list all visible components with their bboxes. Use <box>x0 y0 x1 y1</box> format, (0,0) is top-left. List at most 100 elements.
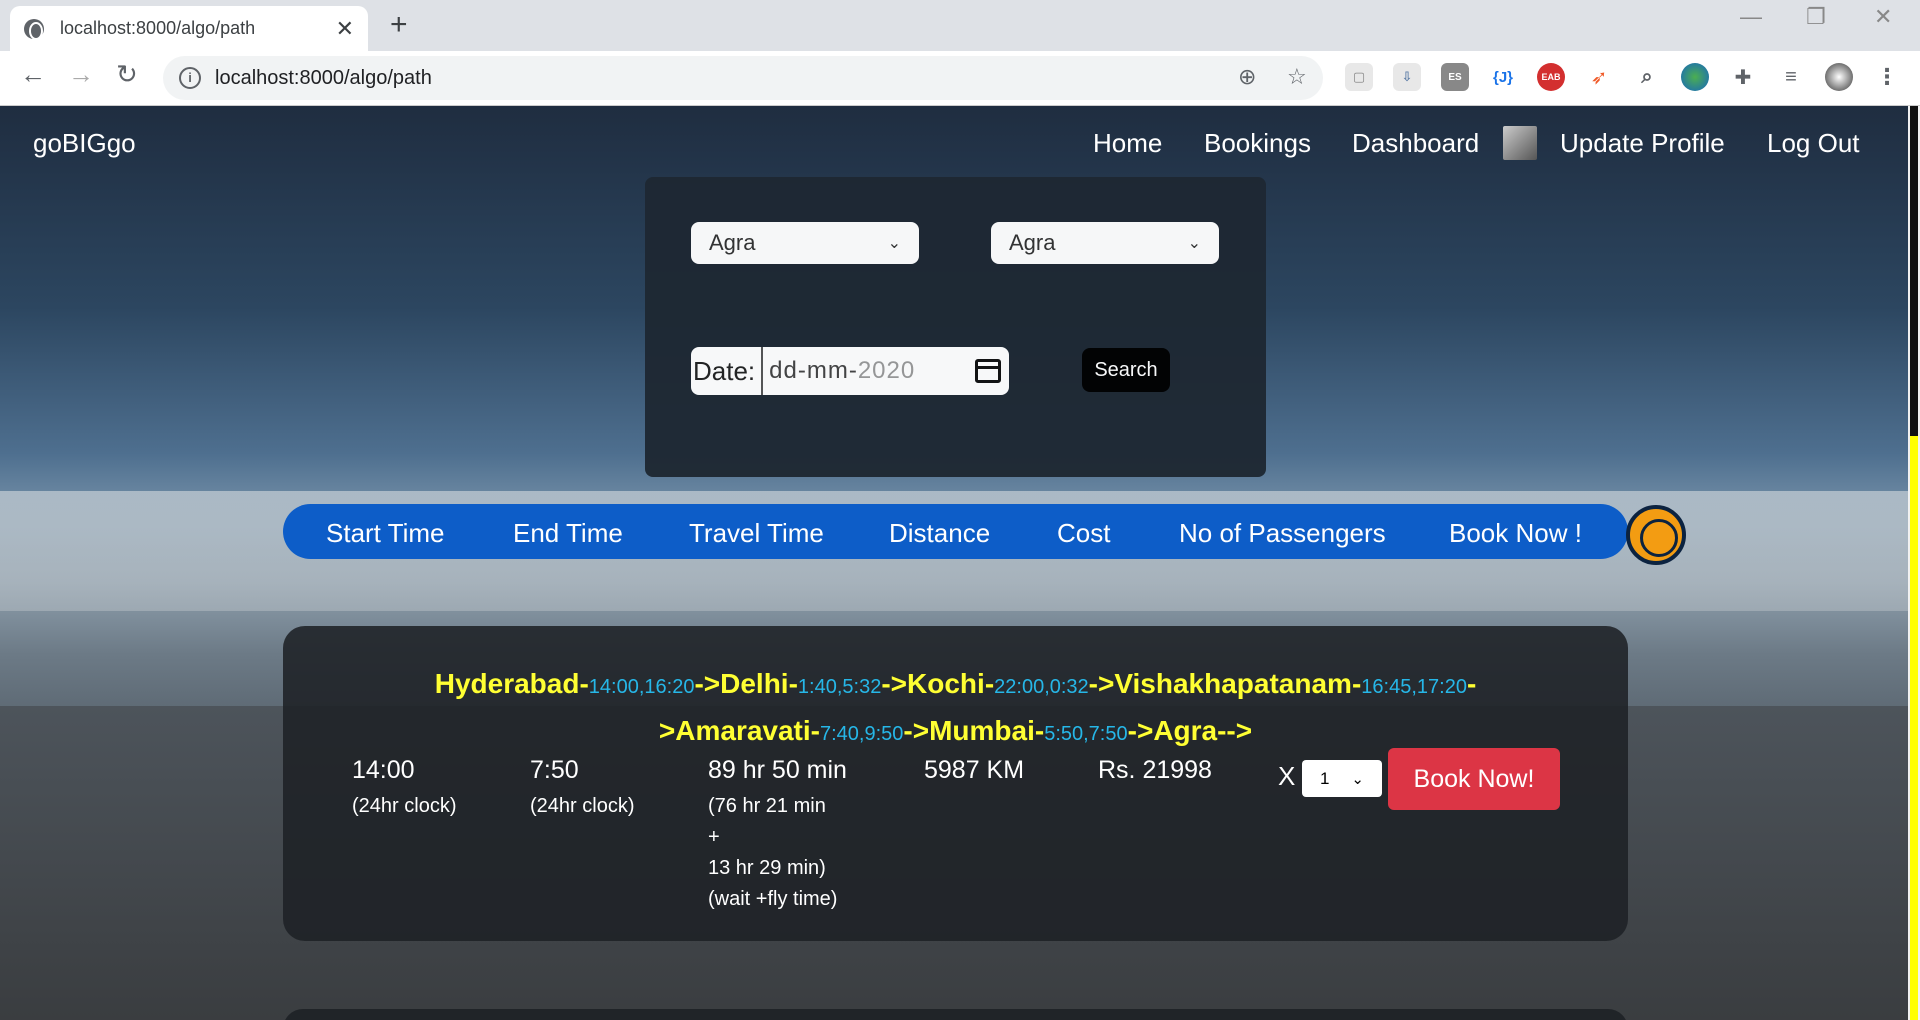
fly-time: 13 hr 29 min) <box>708 857 826 879</box>
route-city: Amaravati <box>675 715 811 746</box>
browser-menu-icon[interactable]: ⋮ <box>1873 63 1901 91</box>
header-book-now: Book Now ! <box>1449 518 1582 548</box>
chevron-down-icon: ⌄ <box>1187 235 1201 252</box>
vpn-extension-icon[interactable] <box>1681 63 1709 91</box>
tab-title: localhost:8000/algo/path <box>60 18 256 38</box>
window-close-icon[interactable]: ✕ <box>1874 4 1892 30</box>
route-times: 5:50,7:50 <box>1044 723 1128 745</box>
chevron-down-icon: ⌄ <box>887 235 901 252</box>
search-button[interactable]: Search <box>1082 348 1170 392</box>
passenger-count-select[interactable]: 1 ⌄ <box>1302 760 1382 797</box>
route-city: Vishakhapatanam <box>1114 668 1352 699</box>
back-icon[interactable]: ← <box>20 59 46 90</box>
book-now-button[interactable]: Book Now! <box>1388 748 1560 810</box>
to-city-value: Agra <box>1009 230 1056 255</box>
route-city: Kochi <box>907 668 985 699</box>
route-path: Hyderabad-14:00,16:20->Delhi-1:40,5:32->… <box>323 662 1588 756</box>
lufthansa-logo <box>1626 505 1686 565</box>
close-tab-icon[interactable]: ✕ <box>336 16 354 42</box>
browser-toolbar: ← → ↻ i localhost:8000/algo/path ⊕ ☆ ▢ ⇩… <box>0 51 1920 106</box>
end-time-cell: 7:50 (24hr clock) <box>530 756 634 822</box>
travel-time-cell: 89 hr 50 min (76 hr 21 min + 13 hr 29 mi… <box>708 756 847 915</box>
route-times: 16:45,17:20 <box>1361 676 1467 698</box>
profile-avatar[interactable] <box>1825 63 1853 91</box>
nav-home[interactable]: Home <box>1093 128 1162 159</box>
result-card: Hyderabad-14:00,16:20->Delhi-1:40,5:32->… <box>283 626 1628 941</box>
distance-value: 5987 KM <box>924 756 1025 784</box>
globe-icon <box>24 18 44 40</box>
brand-logo[interactable]: goBIGgo <box>33 128 136 159</box>
nav-bookings[interactable]: Bookings <box>1204 128 1311 159</box>
page-scrollbar[interactable] <box>1908 106 1920 1020</box>
route-city: Hyderabad <box>434 668 580 699</box>
route-city: Agra <box>1153 715 1218 746</box>
address-bar[interactable]: i localhost:8000/algo/path ⊕ ☆ <box>163 56 1323 100</box>
travel-time-breakdown: (76 hr 21 min + 13 hr 29 min) (wait +fly… <box>708 791 847 915</box>
route-line-1: Hyderabad-14:00,16:20->Delhi-1:40,5:32->… <box>434 668 1477 699</box>
header-distance: Distance <box>889 518 991 548</box>
nav-dashboard[interactable]: Dashboard <box>1352 128 1479 159</box>
zoom-icon[interactable]: ⊕ <box>1238 64 1256 90</box>
media-control-icon[interactable]: ≡ <box>1777 63 1805 91</box>
nav-update-profile[interactable]: Update Profile <box>1560 128 1725 159</box>
date-year: 2020 <box>857 357 916 384</box>
cost-value: Rs. 21998 <box>1098 756 1212 784</box>
passenger-count-value: 1 <box>1320 768 1330 788</box>
route-times: 14:00,16:20 <box>588 676 695 698</box>
end-time-note: (24hr clock) <box>530 795 635 817</box>
adblock-extension-icon[interactable]: EAB <box>1537 63 1565 91</box>
nav-log-out[interactable]: Log Out <box>1767 128 1860 159</box>
pocket-extension-icon[interactable]: ▢ <box>1345 63 1373 91</box>
header-passengers: No of Passengers <box>1179 518 1386 548</box>
reload-icon[interactable]: ↻ <box>116 59 138 90</box>
header-travel-time: Travel Time <box>689 518 824 548</box>
restore-icon[interactable]: ❐ <box>1806 4 1826 30</box>
swift-extension-icon[interactable]: ➶ <box>1585 63 1613 91</box>
new-tab-icon[interactable]: + <box>390 8 408 42</box>
route-times: 1:40,5:32 <box>797 676 882 698</box>
wait-time: (76 hr 21 min <box>708 795 826 817</box>
from-city-value: Agra <box>709 230 756 255</box>
scrollbar-thumb[interactable] <box>1910 436 1918 1020</box>
to-city-select[interactable]: Agra ⌄ <box>991 222 1219 264</box>
travel-note: (wait +fly time) <box>708 888 838 910</box>
bookmark-star-icon[interactable]: ☆ <box>1287 64 1307 90</box>
search-panel: Agra ⌄ Agra ⌄ Date: dd-mm-2020 Search <box>645 177 1266 477</box>
json-extension-icon[interactable]: {J} <box>1489 63 1517 91</box>
results-header-bar: Start Time End Time Travel Time Distance… <box>283 504 1628 559</box>
header-cost: Cost <box>1057 518 1111 548</box>
multiply-label: X <box>1278 761 1296 791</box>
route-times: 22:00,0:32 <box>994 676 1089 698</box>
chevron-down-icon: ⌄ <box>1351 770 1364 788</box>
end-time: 7:50 <box>530 756 579 784</box>
download-extension-icon[interactable]: ⇩ <box>1393 63 1421 91</box>
url-text[interactable]: localhost:8000/algo/path <box>215 67 432 90</box>
date-field[interactable]: Date: dd-mm-2020 <box>691 347 1009 395</box>
start-time-cell: 14:00 (24hr clock) <box>352 756 456 822</box>
minimize-icon[interactable]: — <box>1740 4 1762 30</box>
forward-icon[interactable]: → <box>68 59 94 90</box>
start-time: 14:00 <box>352 756 415 784</box>
header-start-time: Start Time <box>326 518 445 548</box>
extensions-puzzle-icon[interactable]: ✚ <box>1729 63 1757 91</box>
screenshot-extension-icon[interactable]: ⌕ <box>1633 63 1661 91</box>
es-extension-icon[interactable]: ES <box>1441 63 1469 91</box>
from-city-select[interactable]: Agra ⌄ <box>691 222 919 264</box>
date-placeholder: dd-mm- <box>769 357 858 384</box>
browser-chrome: localhost:8000/algo/path ✕ + — ❐ ✕ ← → ↻… <box>0 0 1920 106</box>
route-city: Mumbai <box>929 715 1035 746</box>
start-time-note: (24hr clock) <box>352 795 457 817</box>
date-label: Date: <box>691 347 764 395</box>
page-viewport: goBIGgo Home Bookings Dashboard Update P… <box>0 106 1908 1020</box>
travel-time: 89 hr 50 min <box>708 756 847 784</box>
route-times: 7:40,9:50 <box>819 723 904 745</box>
calendar-icon[interactable] <box>975 359 1001 383</box>
route-city: Delhi <box>720 668 789 699</box>
header-end-time: End Time <box>513 518 623 548</box>
site-info-icon[interactable]: i <box>179 67 201 89</box>
browser-tab[interactable]: localhost:8000/algo/path ✕ <box>10 6 368 51</box>
plus-sign: + <box>708 826 720 848</box>
next-result-card <box>283 1009 1628 1020</box>
date-input[interactable]: dd-mm-2020 <box>763 357 975 385</box>
user-avatar <box>1503 126 1537 160</box>
